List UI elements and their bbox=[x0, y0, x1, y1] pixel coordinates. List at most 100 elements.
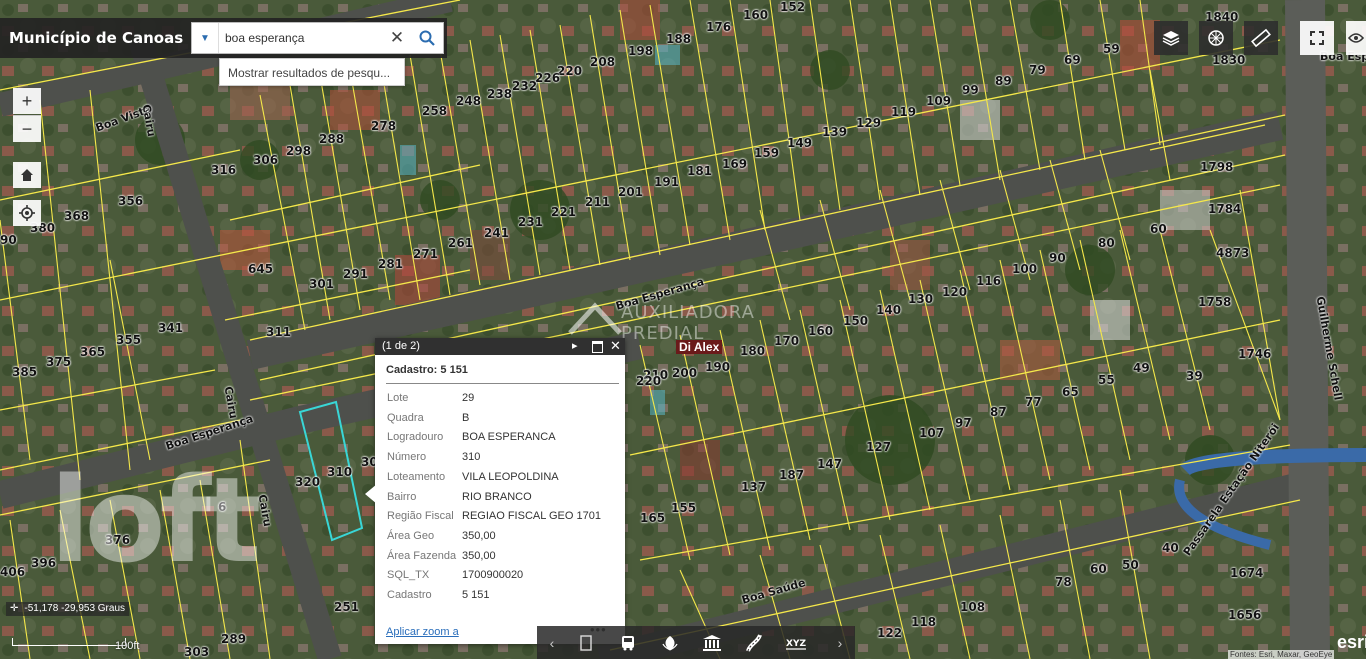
parcel-number: 261 bbox=[448, 236, 474, 250]
locate-icon bbox=[19, 205, 35, 221]
attribute-key: Bairro bbox=[387, 490, 417, 503]
parcel-number: 181 bbox=[687, 164, 713, 178]
parcel-number: 4873 bbox=[1216, 246, 1250, 260]
parcel-number: 60 bbox=[1090, 562, 1107, 576]
measure-button[interactable] bbox=[1244, 21, 1278, 55]
home-button[interactable] bbox=[13, 162, 41, 188]
parcel-number: 78 bbox=[1055, 575, 1072, 589]
parcel-number: 1746 bbox=[1238, 347, 1272, 361]
parcel-number: 291 bbox=[343, 267, 369, 281]
attribute-value: 350,00 bbox=[462, 549, 496, 562]
parcel-number: 221 bbox=[551, 205, 577, 219]
crosshair-icon: ✛ bbox=[10, 603, 19, 614]
parcel-number: 238 bbox=[487, 87, 513, 101]
attribute-row: Número 310 bbox=[387, 448, 617, 466]
parcel-number: 155 bbox=[671, 501, 697, 515]
brand-watermark: loft bbox=[50, 451, 261, 589]
attribute-key: Número bbox=[387, 451, 427, 464]
parcel-number: 1674 bbox=[1230, 566, 1264, 580]
attribute-key: Área Geo bbox=[387, 529, 435, 542]
attribute-row: Cadastro 5 151 bbox=[387, 586, 617, 604]
parcel-number: 118 bbox=[911, 615, 937, 629]
parcel-number: 365 bbox=[80, 345, 106, 359]
zoom-to-link[interactable]: Aplicar zoom a bbox=[386, 626, 459, 638]
parcel-number: 107 bbox=[919, 426, 945, 440]
road-tool-button[interactable] bbox=[741, 631, 767, 655]
coordinate-text: -51,178 -29,953 Graus bbox=[24, 603, 126, 614]
shop-sign: Di Alex bbox=[676, 340, 723, 354]
parcel-number: 139 bbox=[822, 125, 848, 139]
attribute-key: SQL_TX bbox=[387, 569, 430, 582]
parcel-number: 77 bbox=[1025, 395, 1042, 409]
parcel-number: 241 bbox=[484, 226, 510, 240]
nature-tool-button[interactable] bbox=[657, 631, 683, 655]
parcel-number: 251 bbox=[334, 600, 360, 614]
parcel-number: 160 bbox=[743, 8, 769, 22]
parcel-number: 1798 bbox=[1200, 160, 1234, 174]
parcel-number: 375 bbox=[46, 355, 72, 369]
parcel-number: 130 bbox=[908, 292, 934, 306]
attribute-key: Logradouro bbox=[387, 431, 444, 444]
xyz-icon: XYZ bbox=[786, 639, 806, 650]
zoom-in-button[interactable]: + bbox=[13, 88, 41, 114]
parcel-number: 311 bbox=[266, 325, 292, 339]
search-source-dropdown[interactable]: ▼ bbox=[192, 23, 219, 53]
attribute-row: Quadra B bbox=[387, 409, 617, 427]
attribute-row: Área Fazenda 350,00 bbox=[387, 547, 617, 565]
basemap-button[interactable] bbox=[1199, 21, 1233, 55]
parcel-number: 129 bbox=[856, 116, 882, 130]
chevron-down-icon: ▼ bbox=[200, 32, 210, 44]
parcel-number: 316 bbox=[211, 163, 237, 177]
parcel-number: 60 bbox=[1150, 222, 1167, 236]
locate-button[interactable] bbox=[13, 200, 41, 226]
attribute-value: BOA ESPERANCA bbox=[462, 431, 556, 444]
building-tool-button[interactable] bbox=[699, 631, 725, 655]
scroll-right-button[interactable]: › bbox=[827, 631, 853, 655]
parcel-number: 89 bbox=[995, 74, 1012, 88]
parcel-number: 40 bbox=[1162, 541, 1179, 555]
header-bar: Município de Canoas ▼ ✕ bbox=[0, 18, 447, 58]
search-input[interactable] bbox=[223, 23, 377, 53]
measure-icon bbox=[1251, 28, 1271, 48]
zoom-out-button[interactable]: − bbox=[13, 115, 41, 142]
document-tool-button[interactable] bbox=[573, 631, 599, 655]
parcel-number: 119 bbox=[891, 105, 917, 119]
parcel-number: 231 bbox=[518, 215, 544, 229]
parcel-number: 99 bbox=[962, 83, 979, 97]
visibility-button[interactable] bbox=[1346, 21, 1366, 55]
search-button[interactable] bbox=[411, 23, 443, 53]
parcel-number: 1758 bbox=[1198, 295, 1232, 309]
clear-icon[interactable]: ✕ bbox=[387, 27, 407, 49]
parcel-number: 341 bbox=[158, 321, 184, 335]
feature-popup: (1 de 2) ▸ ✕ Cadastro: 5 151 Lote 29 Quadr… bbox=[375, 338, 625, 644]
maximize-icon[interactable] bbox=[592, 341, 603, 353]
parcel-number: 248 bbox=[456, 94, 482, 108]
parcel-number: 356 bbox=[118, 194, 144, 208]
parcel-number: 385 bbox=[12, 365, 38, 379]
home-icon bbox=[21, 169, 33, 181]
close-icon[interactable]: ✕ bbox=[610, 338, 621, 354]
scroll-left-button[interactable]: ‹ bbox=[539, 631, 565, 655]
parcel-number: 39 bbox=[1186, 369, 1203, 383]
pin-icon[interactable]: ▸ bbox=[572, 339, 578, 352]
popup-title: Cadastro: 5 151 bbox=[386, 364, 468, 376]
layers-button[interactable] bbox=[1154, 21, 1188, 55]
attribute-row: Área Geo 350,00 bbox=[387, 527, 617, 545]
basemap-icon bbox=[1208, 30, 1224, 46]
attribute-value: 310 bbox=[462, 451, 481, 464]
bus-tool-button[interactable] bbox=[615, 631, 641, 655]
search-suggestion[interactable]: Mostrar resultados de pesqu... bbox=[219, 58, 405, 86]
parcel-number: 49 bbox=[1133, 361, 1150, 375]
fullscreen-button[interactable] bbox=[1300, 21, 1334, 55]
xyz-tool-button[interactable]: XYZ bbox=[783, 631, 809, 655]
parcel-number: 320 bbox=[295, 475, 321, 489]
parcel-number: 59 bbox=[1103, 42, 1120, 56]
parcel-number: 232 bbox=[512, 79, 538, 93]
leaf-icon bbox=[662, 636, 678, 651]
search-icon bbox=[419, 30, 435, 46]
parcel-number: 180 bbox=[740, 344, 766, 358]
parcel-number: 208 bbox=[590, 55, 616, 69]
bus-icon bbox=[622, 636, 634, 651]
attribute-key: Área Fazenda bbox=[387, 549, 457, 562]
scale-bar bbox=[12, 638, 126, 646]
